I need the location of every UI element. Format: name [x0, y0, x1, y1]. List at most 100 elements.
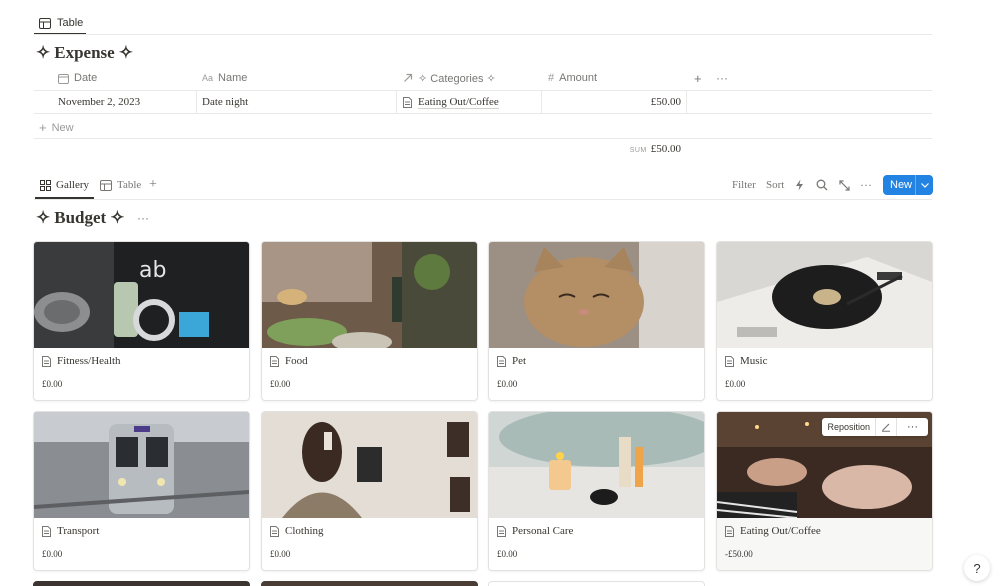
- cover-image-food: [262, 242, 477, 348]
- expand-arrows-icon: [839, 179, 850, 191]
- card-title: Clothing: [285, 525, 324, 537]
- page-icon: [270, 525, 279, 537]
- card-amount: £0.00: [497, 379, 518, 389]
- card-amount: £0.00: [42, 379, 63, 389]
- cell-divider: [686, 90, 687, 114]
- automation-button[interactable]: [795, 176, 804, 194]
- page-icon: [403, 96, 412, 108]
- tab-gallery[interactable]: Gallery: [40, 176, 89, 194]
- more-dots-icon: ···: [907, 421, 918, 433]
- card-amount: £0.00: [270, 379, 291, 389]
- page-icon: [725, 355, 734, 367]
- help-button[interactable]: ?: [964, 555, 990, 581]
- table-icon: [39, 17, 51, 29]
- sparkle-icon: ✧: [118, 43, 133, 62]
- cover-image-music: [717, 242, 932, 348]
- card-title: Transport: [57, 525, 100, 537]
- budget-title[interactable]: ✧ Budget ✧: [36, 208, 124, 228]
- cover-actions-toolbar: Reposition ···: [822, 418, 928, 436]
- column-header-date[interactable]: Date: [58, 70, 97, 86]
- card-title: Fitness/Health: [57, 355, 121, 367]
- more-dots-icon: ···: [860, 177, 872, 192]
- sort-button[interactable]: Sort: [766, 176, 784, 194]
- more-dots-icon: ···: [137, 211, 149, 225]
- cell-divider: [396, 90, 397, 114]
- tab-label: Table: [57, 17, 84, 29]
- gallery-card-music[interactable]: Music £0.00: [716, 241, 933, 401]
- cell-name[interactable]: Date night: [202, 90, 248, 114]
- card-amount: £0.00: [497, 549, 518, 559]
- column-header-categories[interactable]: ✧ Categories ✧: [403, 70, 496, 86]
- card-title: Personal Care: [512, 525, 574, 537]
- gallery-card-partial[interactable]: [488, 581, 705, 586]
- divider: [34, 138, 932, 139]
- cover-image-pet: [489, 242, 704, 348]
- gallery-card-eating-out[interactable]: Reposition ··· Eating Out/Coffee -£50.00: [716, 411, 933, 571]
- cell-amount[interactable]: £50.00: [541, 90, 681, 114]
- cell-divider: [196, 90, 197, 114]
- more-dots-icon: ···: [716, 71, 728, 85]
- cover-image-fitness: ab: [34, 242, 249, 348]
- plus-icon: +: [694, 70, 702, 86]
- add-property-button[interactable]: +: [694, 70, 702, 86]
- tab-table-top[interactable]: Table: [39, 11, 83, 35]
- budget-more-button[interactable]: ···: [137, 211, 149, 225]
- more-options-button[interactable]: ···: [716, 70, 728, 86]
- reposition-button[interactable]: Reposition: [822, 418, 875, 436]
- divider: [34, 199, 932, 200]
- gallery-card-food[interactable]: Food £0.00: [261, 241, 478, 401]
- text-property-icon: Aa: [202, 73, 214, 83]
- chevron-down-icon: [920, 182, 929, 188]
- new-dropdown-button[interactable]: [916, 182, 933, 188]
- table-icon: [100, 179, 112, 191]
- filter-button[interactable]: Filter: [732, 176, 756, 194]
- sparkle-icon: ✧: [36, 43, 51, 62]
- cell-category[interactable]: Eating Out/Coffee: [403, 90, 499, 114]
- page-icon: [725, 525, 734, 537]
- card-amount: £0.00: [270, 549, 291, 559]
- cover-image-clothing: [262, 412, 477, 518]
- expand-button[interactable]: [839, 176, 850, 194]
- gallery-card-clothing[interactable]: Clothing £0.00: [261, 411, 478, 571]
- card-title: Pet: [512, 355, 527, 367]
- column-header-name[interactable]: Aa Name: [202, 70, 247, 86]
- card-amount: -£50.00: [725, 549, 753, 559]
- number-hash-icon: #: [548, 72, 555, 84]
- gallery-card-partial[interactable]: [33, 581, 250, 586]
- lightning-icon: [796, 179, 803, 191]
- new-row-button[interactable]: + New: [39, 120, 74, 135]
- search-button[interactable]: [816, 176, 828, 194]
- plus-icon: +: [39, 120, 47, 135]
- card-amount: £0.00: [725, 379, 746, 389]
- gallery-card-fitness[interactable]: ab Fitness/Health £0.00: [33, 241, 250, 401]
- tab-table[interactable]: Table: [100, 176, 141, 194]
- new-page-button[interactable]: New: [883, 175, 933, 195]
- page-icon: [497, 525, 506, 537]
- plus-icon: +: [149, 177, 157, 192]
- gallery-grid-icon: [40, 179, 51, 191]
- calendar-icon: [58, 73, 69, 84]
- view-options-button[interactable]: ···: [860, 176, 872, 194]
- edit-button[interactable]: [876, 418, 896, 436]
- card-amount: £0.00: [42, 549, 63, 559]
- page-icon: [42, 525, 51, 537]
- gallery-card-pet[interactable]: Pet £0.00: [488, 241, 705, 401]
- card-title: Food: [285, 355, 308, 367]
- page-icon: [270, 355, 279, 367]
- gallery-card-partial[interactable]: [261, 581, 478, 586]
- add-view-button[interactable]: +: [149, 176, 157, 194]
- card-more-button[interactable]: ···: [897, 418, 928, 436]
- cell-date[interactable]: November 2, 2023: [58, 90, 140, 114]
- cover-image-personal-care: [489, 412, 704, 518]
- relation-arrow-icon: [404, 73, 413, 82]
- expense-title[interactable]: ✧ Expense ✧: [36, 43, 133, 63]
- pencil-icon: [882, 423, 890, 432]
- gallery-card-personal-care[interactable]: Personal Care £0.00: [488, 411, 705, 571]
- column-header-amount[interactable]: # Amount: [548, 70, 597, 86]
- svg-text:ab: ab: [139, 258, 166, 283]
- cover-image-transport: [34, 412, 249, 518]
- card-title: Music: [740, 355, 768, 367]
- sum-calculation[interactable]: SUM £50.00: [541, 143, 681, 155]
- sparkle-icon: ✧: [110, 208, 125, 227]
- gallery-card-transport[interactable]: Transport £0.00: [33, 411, 250, 571]
